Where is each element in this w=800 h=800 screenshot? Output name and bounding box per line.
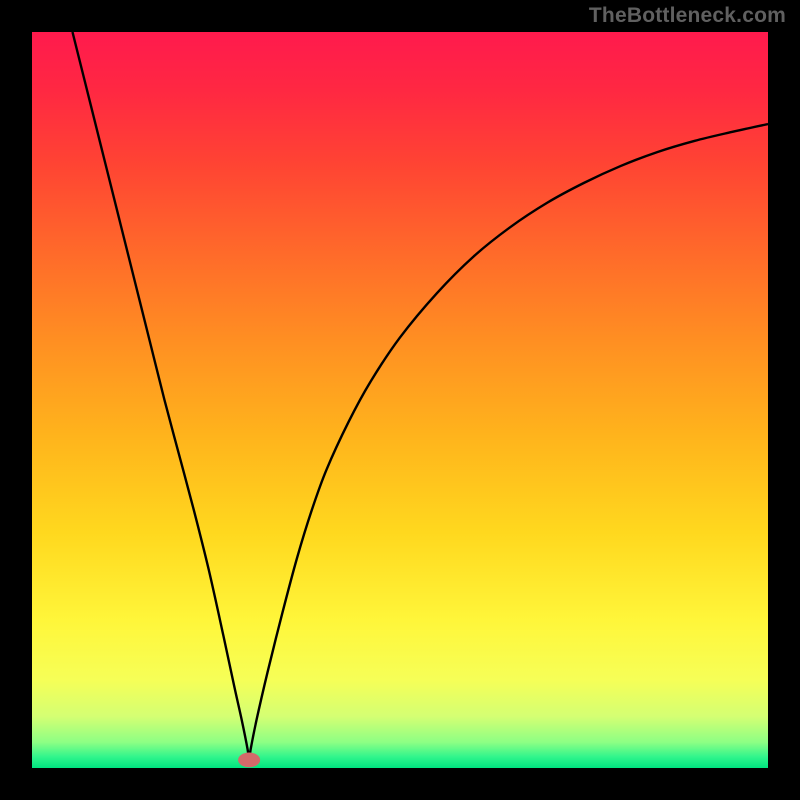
chart-background <box>32 32 768 768</box>
watermark-text: TheBottleneck.com <box>589 4 786 28</box>
chart-frame: TheBottleneck.com <box>0 0 800 800</box>
vertex-marker <box>238 753 260 768</box>
chart-svg <box>32 32 768 768</box>
plot-area <box>32 32 768 768</box>
